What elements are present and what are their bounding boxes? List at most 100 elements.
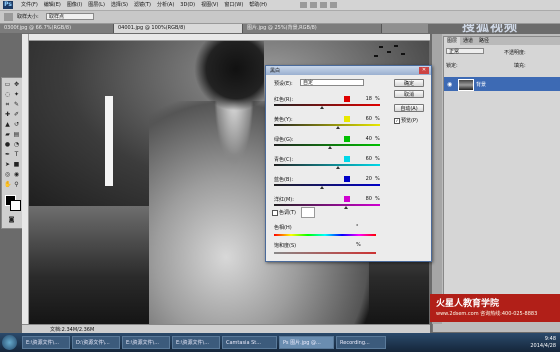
type-tool-icon[interactable]: T [13, 151, 20, 158]
eyedropper-icon[interactable]: ✎ [13, 101, 20, 108]
tab-paths[interactable]: 路径 [476, 37, 492, 45]
tab-tupian[interactable]: 图片.jpg @ 25%(背景,RGB/8) [243, 24, 382, 33]
menu-select[interactable]: 选择(S) [108, 0, 131, 10]
healing-brush-icon[interactable]: ✚ [4, 111, 11, 118]
eraser-tool-icon[interactable]: ▰ [4, 131, 11, 138]
menu-image[interactable]: 图像(I) [64, 0, 85, 10]
promo-banner: 火星人教育学院 www.2dsem.com 咨询热线:400-025-8883 [430, 294, 560, 322]
history-brush-icon[interactable]: ↺ [13, 121, 20, 128]
hand-tool-icon[interactable] [330, 2, 337, 8]
tab-channels[interactable]: 通道 [460, 37, 476, 45]
menu-file[interactable]: 文件(F) [18, 0, 41, 10]
sample-size-select[interactable]: 取样点 [46, 13, 94, 20]
brush-tool-icon[interactable]: ✐ [13, 111, 20, 118]
percent-sign: % [375, 176, 380, 182]
layer-row-background[interactable]: ◉ 背景 [444, 77, 560, 91]
close-icon[interactable]: ✕ [419, 67, 429, 74]
yellow-label: 黄色(Y): [274, 117, 293, 123]
canvas-white-strip [105, 96, 113, 186]
green-track[interactable] [274, 144, 380, 146]
cancel-button[interactable]: 取消 [394, 90, 424, 98]
green-value[interactable]: 40 [356, 136, 372, 142]
blue-track[interactable] [274, 184, 380, 186]
taskbar-folder-1[interactable]: E:\资源文件\... [22, 336, 70, 349]
menu-edit[interactable]: 编辑(E) [41, 0, 64, 10]
blue-slider-thumb[interactable] [320, 186, 324, 189]
document-tabs: 0300f.jpg @ 66.7%(RGB/8) 04001.jpg @ 100… [0, 24, 428, 33]
green-label: 绿色(G): [274, 137, 294, 143]
magic-wand-icon[interactable]: ✦ [13, 91, 20, 98]
red-slider-thumb[interactable] [320, 106, 324, 109]
horizontal-ruler [22, 34, 430, 41]
options-bar: 取样大小: 取样点 [0, 11, 560, 24]
background-color-swatch[interactable] [10, 200, 21, 211]
path-select-icon[interactable]: ➤ [4, 161, 11, 168]
taskbar-recording[interactable]: Recording... [336, 336, 386, 349]
dialog-titlebar[interactable]: 黑白 ✕ [266, 66, 431, 75]
taskbar-folder-2[interactable]: D:\资源文件\... [72, 336, 120, 349]
hue-track[interactable] [274, 234, 376, 236]
red-value[interactable]: 18 [356, 96, 372, 102]
menu-view[interactable]: 视图(V) [198, 0, 221, 10]
tab-04001[interactable]: 04001.jpg @ 100%(RGB/8) [114, 24, 243, 33]
taskbar-photoshop[interactable]: Ps 图片.jpg @... [279, 336, 334, 349]
magenta-swatch [344, 196, 350, 202]
taskbar-camtasia[interactable]: Camtasia St... [222, 336, 277, 349]
preview-checkbox[interactable]: ✓ 预览(P) [394, 117, 418, 124]
blur-tool-icon[interactable]: ● [4, 141, 11, 148]
clone-stamp-icon[interactable]: ▲ [4, 121, 11, 128]
magenta-value[interactable]: 80 [356, 196, 372, 202]
tab-0300f[interactable]: 0300f.jpg @ 66.7%(RGB/8) [0, 24, 114, 33]
blue-slider-row: 蓝色(B): 20 % [274, 176, 382, 196]
gradient-tool-icon[interactable]: ▤ [13, 131, 20, 138]
magenta-slider-thumb[interactable] [344, 206, 348, 209]
blend-mode-select[interactable]: 正常 [446, 48, 484, 55]
layer-thumbnail [458, 79, 474, 91]
pen-tool-icon[interactable]: ✒ [4, 151, 11, 158]
cyan-value[interactable]: 60 [356, 156, 372, 162]
zoom-icon[interactable]: ⚲ [13, 181, 20, 188]
red-track[interactable] [274, 104, 380, 106]
magenta-track[interactable] [274, 204, 380, 206]
eyedropper-tool-icon[interactable] [4, 13, 13, 21]
zoom-level-icon[interactable] [320, 2, 327, 8]
move-tool-icon[interactable]: ✥ [13, 81, 20, 88]
windows-taskbar: E:\资源文件\... D:\资源文件\... E:\资源文件\... E:\资… [0, 333, 560, 352]
start-button-icon[interactable] [2, 335, 17, 350]
tint-checkbox[interactable]: 色调(T) [272, 209, 296, 216]
cyan-track[interactable] [274, 164, 380, 166]
bridge-icon[interactable] [300, 2, 307, 8]
marquee-tool-icon[interactable]: ▭ [4, 81, 11, 88]
cyan-slider-thumb[interactable] [336, 166, 340, 169]
yellow-value[interactable]: 60 [356, 116, 372, 122]
menu-window[interactable]: 窗口(W) [221, 0, 246, 10]
taskbar-folder-4[interactable]: E:\资源文件\... [172, 336, 220, 349]
hand-icon[interactable]: ✋ [4, 181, 11, 188]
mini-bridge-icon[interactable] [310, 2, 317, 8]
crop-tool-icon[interactable]: ⌗ [4, 101, 11, 108]
shape-tool-icon[interactable]: ■ [13, 161, 20, 168]
green-slider-thumb[interactable] [328, 146, 332, 149]
yellow-slider-thumb[interactable] [336, 126, 340, 129]
lasso-tool-icon[interactable]: ◌ [4, 91, 11, 98]
dodge-tool-icon[interactable]: ◔ [13, 141, 20, 148]
tint-color-swatch[interactable] [301, 207, 315, 218]
menu-analysis[interactable]: 分析(A) [154, 0, 177, 10]
saturation-track[interactable] [274, 252, 376, 254]
menu-help[interactable]: 帮助(H) [246, 0, 270, 10]
taskbar-folder-3[interactable]: E:\资源文件\... [122, 336, 170, 349]
preset-select[interactable]: 自定 [300, 79, 364, 86]
visibility-eye-icon[interactable]: ◉ [447, 81, 452, 88]
menu-filter[interactable]: 滤镜(T) [131, 0, 154, 10]
yellow-track[interactable] [274, 124, 380, 126]
bird-icon [379, 46, 383, 48]
auto-button[interactable]: 自动(A) [394, 104, 424, 112]
menu-3d[interactable]: 3D(D) [177, 0, 198, 10]
3d-orbit-icon[interactable]: ◉ [13, 171, 20, 178]
tab-layers[interactable]: 图层 [444, 37, 461, 45]
ok-button[interactable]: 确定 [394, 79, 424, 87]
menu-layer[interactable]: 图层(L) [85, 0, 108, 10]
blue-value[interactable]: 20 [356, 176, 372, 182]
3d-rotate-icon[interactable]: ◎ [4, 171, 11, 178]
quick-mask-icon[interactable]: ◙ [8, 216, 15, 223]
